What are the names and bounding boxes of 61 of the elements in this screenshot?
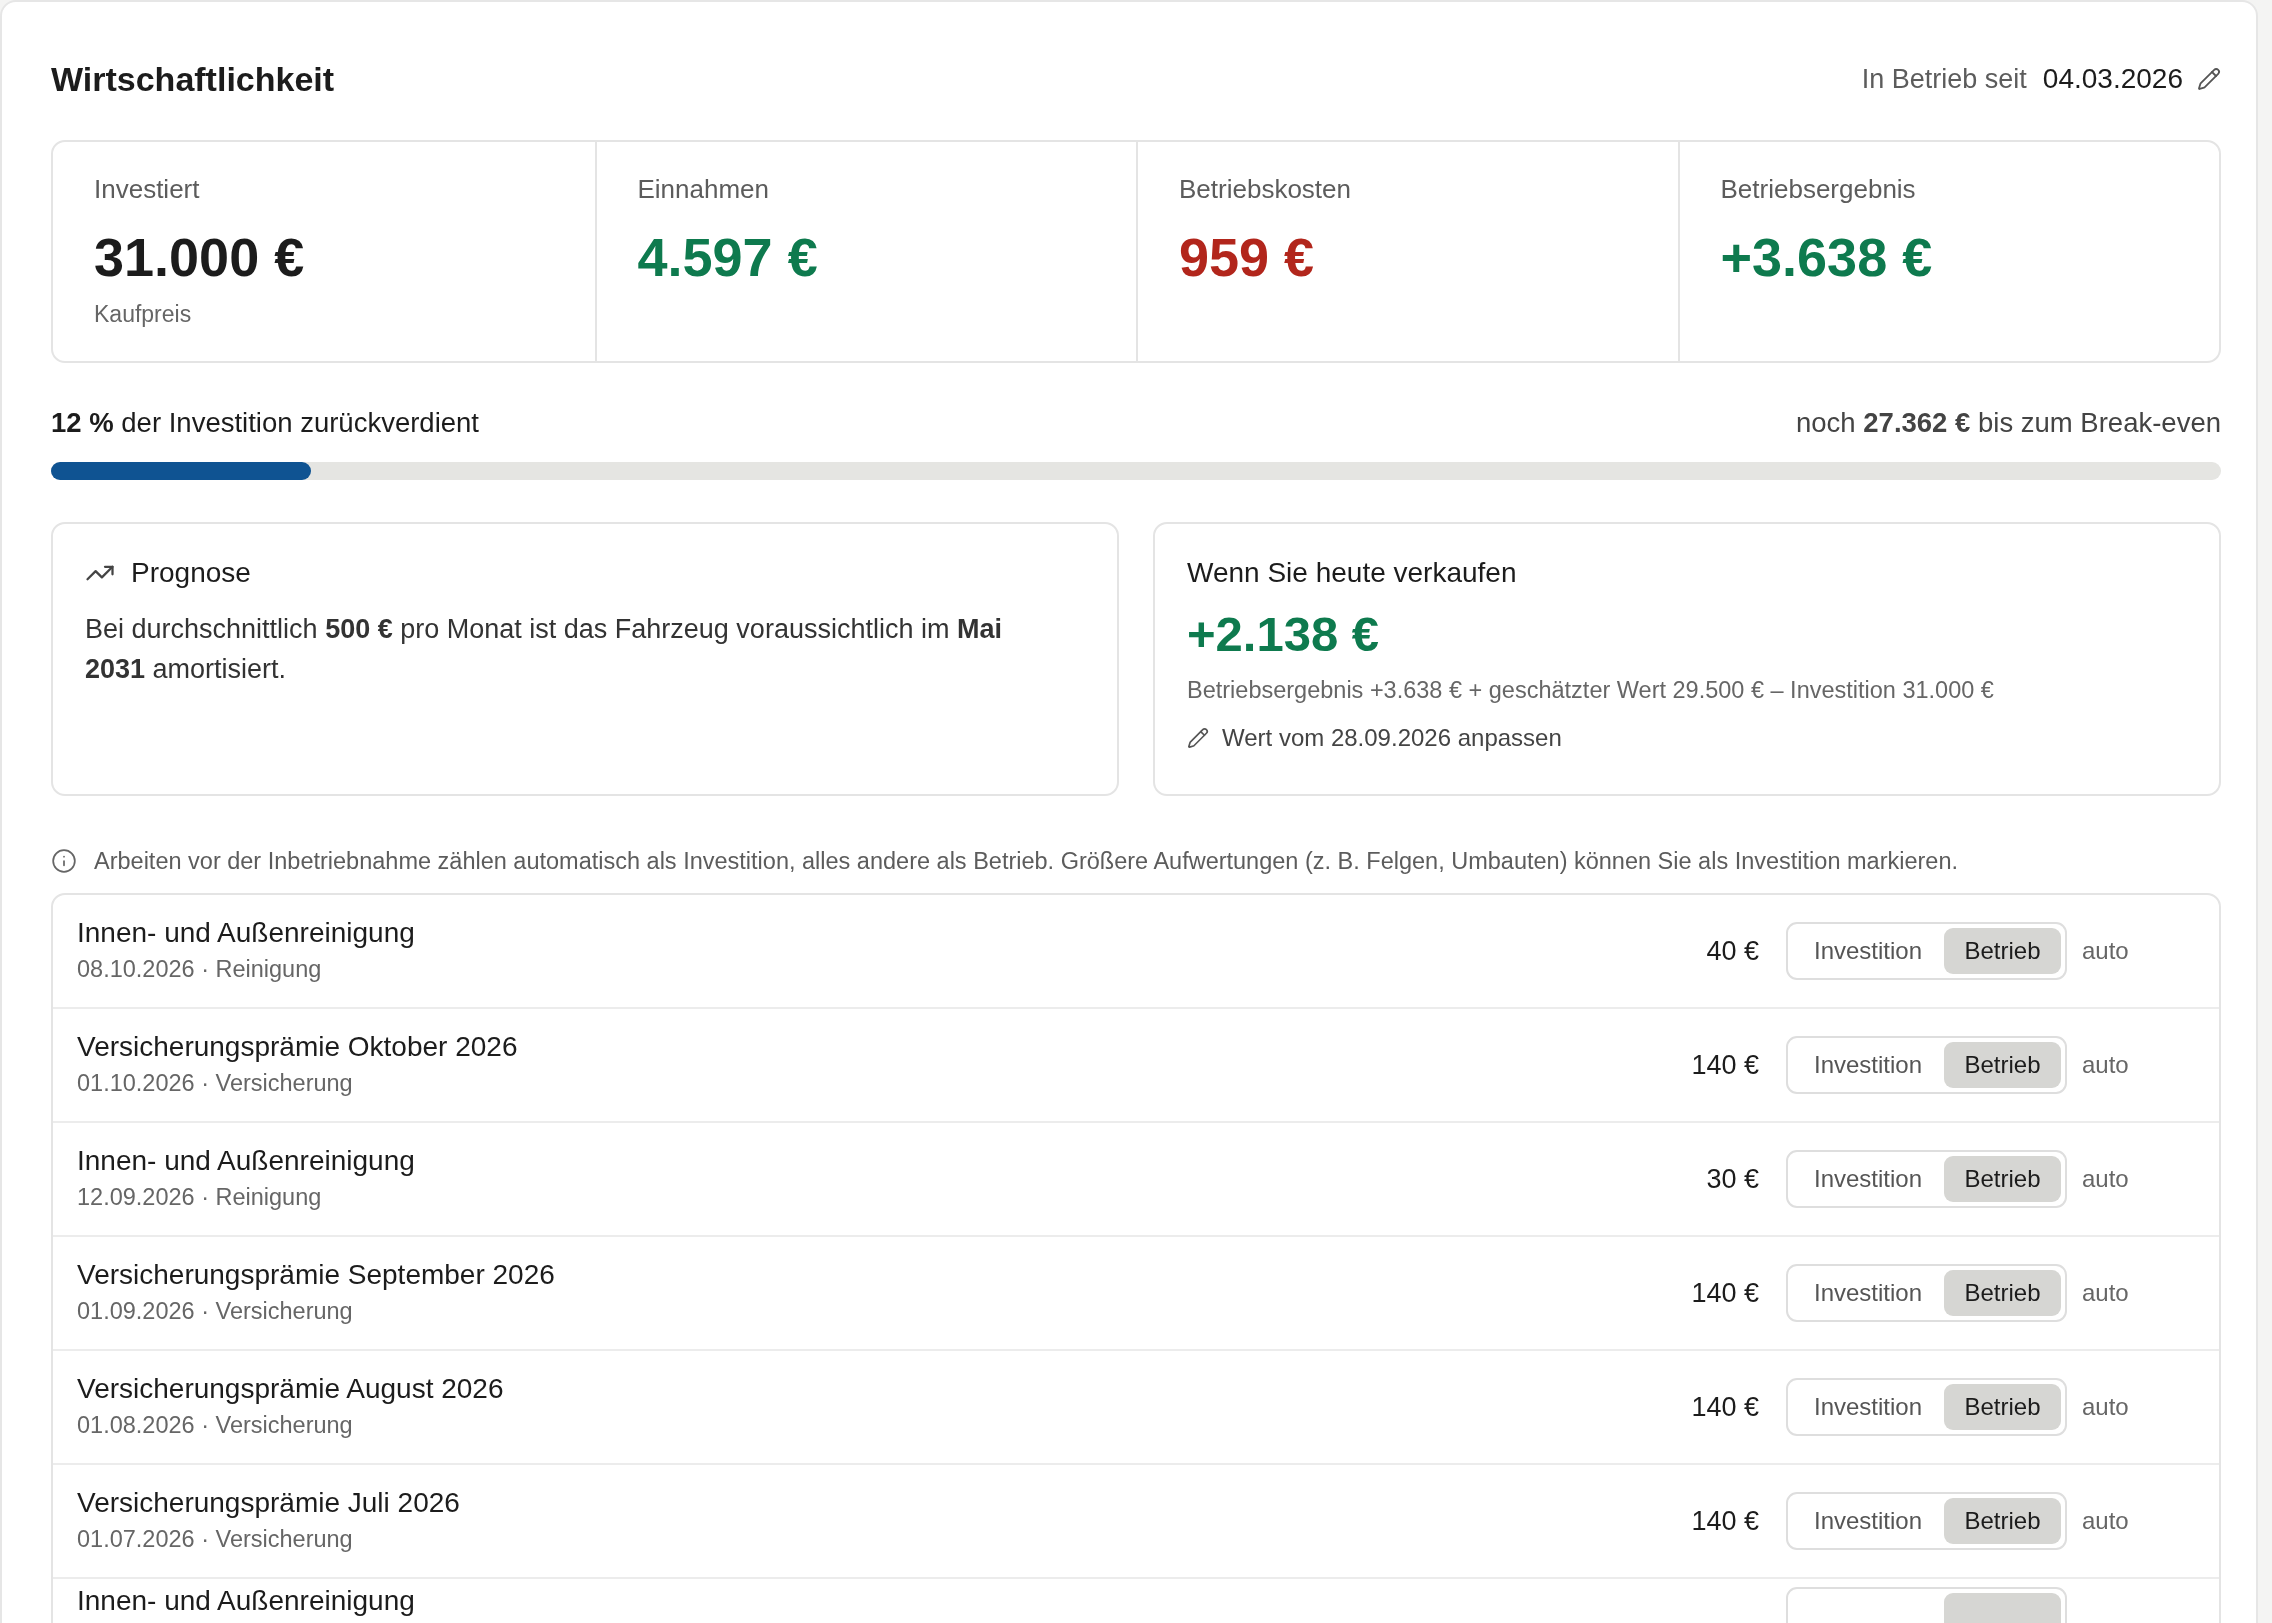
entry-meta: 12.09.2026 · Reinigung: [77, 1183, 322, 1212]
entry-title: Innen- und Außenreinigung: [77, 1584, 415, 1618]
entry-amount: 30 €: [1706, 1163, 1759, 1196]
segment-option[interactable]: Investition: [1792, 1384, 1944, 1430]
stat-label: Investiert: [94, 173, 200, 205]
sale-value: +2.138 €: [1187, 606, 1380, 662]
since-label: In Betrieb seit: [1861, 63, 2027, 96]
segment-option[interactable]: Investition: [1792, 928, 1944, 974]
entry-note: auto: [2082, 1050, 2129, 1080]
segment-option[interactable]: Betrieb: [1944, 1384, 2061, 1430]
entry-note: auto: [2082, 936, 2129, 966]
info-text: Arbeiten vor der Inbetriebnahme zählen automatisch als Investition, alles andere als Betrieb. Größere Aufwertungen (z. B. Felgen, Umbauten) können Sie als Investition markieren.: [94, 847, 1959, 876]
entry-meta: 01.10.2026 · Versicherung: [77, 1069, 353, 1098]
segment-option[interactable]: Investition: [1792, 1156, 1944, 1202]
info-icon: [51, 848, 77, 874]
entry-meta: 01.08.2026 · Versicherung: [77, 1411, 353, 1440]
entry-meta: 01.07.2026 · Versicherung: [77, 1525, 353, 1554]
segment-option[interactable]: Betrieb: [1944, 928, 2061, 974]
sale-title: Wenn Sie heute verkaufen: [1187, 556, 1517, 590]
adjust-value-link[interactable]: Wert vom 28.09.2026 anpassen: [1187, 722, 1562, 754]
pencil-icon[interactable]: [2197, 67, 2221, 91]
stat-label: Betriebskosten: [1179, 173, 1351, 205]
forecast-title: Prognose: [131, 556, 251, 590]
entry-note: auto: [2082, 1506, 2129, 1536]
entry-meta: 08.10.2026 · Reinigung: [77, 955, 322, 984]
entry-note: auto: [2082, 1392, 2129, 1422]
segment-option[interactable]: Betrieb: [1944, 1156, 2061, 1202]
entry-title: Innen- und Außenreinigung: [77, 1144, 415, 1178]
segment-option[interactable]: Investition: [1792, 1498, 1944, 1544]
entry-note: auto: [2082, 1278, 2129, 1308]
entry-amount: 140 €: [1691, 1391, 1759, 1424]
segment-option[interactable]: Betrieb: [1944, 1498, 2061, 1544]
stat-value: 959 €: [1179, 227, 1315, 287]
entry-title: Versicherungsprämie August 2026: [77, 1372, 504, 1406]
entry-amount: 40 €: [1706, 935, 1759, 968]
entry-amount: 140 €: [1691, 1277, 1759, 1310]
entry-note: auto: [2082, 1164, 2129, 1194]
entry-title: Versicherungsprämie Juli 2026: [77, 1486, 460, 1520]
forecast-text: Bei durchschnittlich 500 € pro Monat ist das Fahrzeug voraussichtlich im Mai 2031 amortisiert.: [85, 613, 1003, 686]
entry-amount: 140 €: [1691, 1049, 1759, 1082]
stat-value: 31.000 €: [94, 227, 305, 287]
since-date: 04.03.2026: [2042, 62, 2183, 96]
break-even-label: noch 27.362 € bis zum Break-even: [1796, 406, 2221, 440]
progress-label: 12 % der Investition zurückverdient: [51, 406, 479, 440]
stat-value: 4.597 €: [637, 227, 818, 287]
stat-label: Betriebsergebnis: [1720, 173, 1916, 205]
stat-label: Einnahmen: [637, 173, 770, 205]
entry-title: Versicherungsprämie September 2026: [77, 1258, 555, 1292]
pencil-icon: [1187, 727, 1209, 749]
segment-option[interactable]: Betrieb: [1944, 1270, 2061, 1316]
page-title: Wirtschaftlichkeit: [51, 59, 335, 99]
entry-meta: 01.09.2026 · Versicherung: [77, 1297, 353, 1326]
sale-breakdown: Betriebsergebnis +3.638 € + geschätzter Wert 29.500 € – Investition 31.000 €: [1187, 676, 1994, 705]
entry-amount: 140 €: [1691, 1505, 1759, 1538]
entry-title: Versicherungsprämie Oktober 2026: [77, 1030, 518, 1064]
segment-option[interactable]: Investition: [1792, 1270, 1944, 1316]
segment-option[interactable]: Investition: [1792, 1042, 1944, 1088]
entry-title: Innen- und Außenreinigung: [77, 916, 415, 950]
segment-option[interactable]: Betrieb: [1944, 1042, 2061, 1088]
stat-note: Kaufpreis: [94, 300, 192, 328]
stat-value: +3.638 €: [1720, 227, 1933, 287]
